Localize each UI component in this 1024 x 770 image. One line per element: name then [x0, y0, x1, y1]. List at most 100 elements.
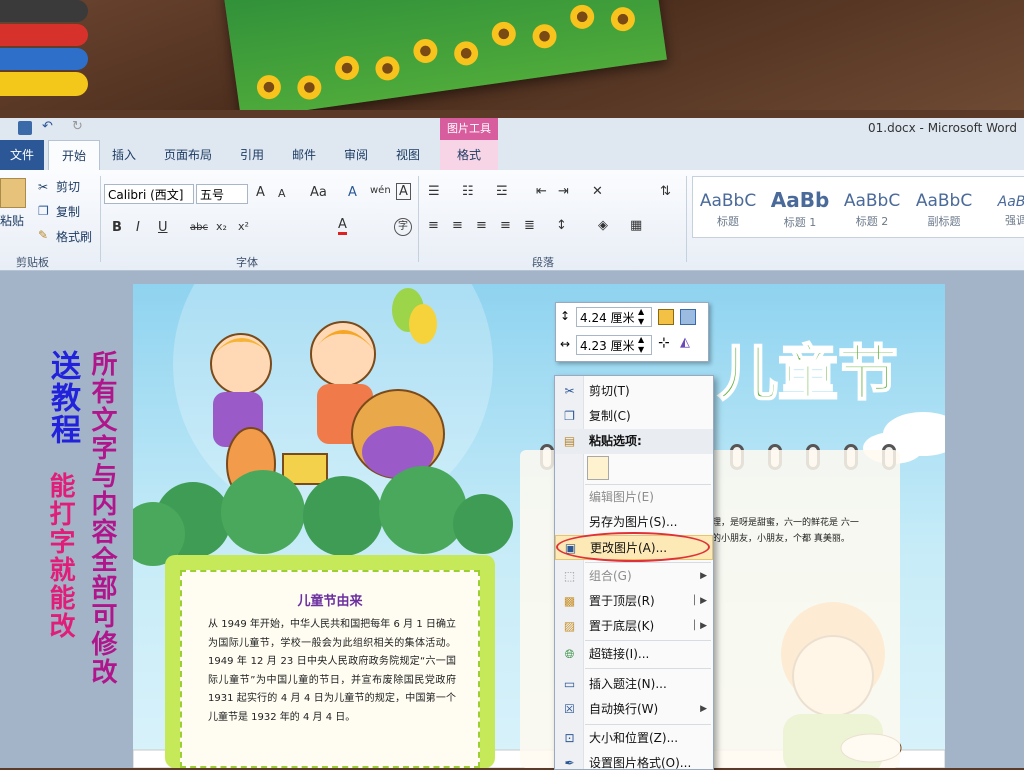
- bring-forward-icon[interactable]: [658, 309, 674, 325]
- copy-icon: ❐: [564, 409, 575, 423]
- redo-icon[interactable]: ↻: [72, 119, 83, 134]
- paste-keep-source-icon[interactable]: [587, 456, 609, 480]
- shrink-font-button[interactable]: A: [278, 187, 286, 200]
- window-title: 01.docx - Microsoft Word: [868, 121, 1017, 135]
- menu-item-size-position[interactable]: ⊡ 大小和位置(Z)...: [555, 726, 713, 751]
- crayon-markers: [0, 0, 90, 110]
- width-icon: ↔: [560, 337, 571, 351]
- group-icon: ⬚: [563, 569, 576, 583]
- tab-insert[interactable]: 插入: [112, 146, 136, 163]
- send-backward-icon[interactable]: [680, 309, 696, 325]
- decrease-indent-icon[interactable]: ⇤: [536, 184, 547, 199]
- submenu-arrow-icon: ▶: [700, 704, 707, 714]
- style-emphasis[interactable]: AaBb 强调: [981, 185, 1024, 237]
- menu-item-text-wrap[interactable]: ☒ 自动换行(W) ▶: [555, 697, 713, 722]
- wrap-icon: ☒: [564, 702, 575, 716]
- paste-button[interactable]: 粘贴: [0, 176, 28, 246]
- promo-side-text: 送教程 能打字就能改 所有文字与内容全部可修改: [36, 350, 126, 710]
- phonetic-guide-button[interactable]: wén: [370, 185, 391, 196]
- scissors-icon: ✂: [38, 180, 49, 194]
- bullets-icon[interactable]: ☰: [428, 184, 440, 199]
- style-heading2[interactable]: AaBbC 标题 2: [837, 185, 907, 237]
- promo-all-editable: 所有文字与内容全部可修改: [87, 350, 117, 686]
- paste-icon: ▤: [563, 434, 576, 448]
- tab-file[interactable]: 文件: [0, 140, 44, 170]
- numbering-icon[interactable]: ☷: [462, 184, 474, 199]
- menu-item-group: ⬚ 组合(G) ▶: [555, 564, 713, 589]
- context-menu: ✂ 剪切(T) ❐ 复制(C) ▤ 粘贴选项: 编辑图片(E) 另存为图片(S)…: [554, 375, 714, 770]
- save-icon[interactable]: [18, 121, 32, 135]
- align-center-icon[interactable]: ≡: [452, 218, 463, 233]
- change-case-button[interactable]: Aa: [310, 185, 327, 200]
- bold-button[interactable]: B: [112, 220, 122, 235]
- borders-icon[interactable]: ▦: [630, 218, 642, 233]
- align-left-icon[interactable]: ≡: [428, 218, 439, 233]
- menu-item-paste-options: ▤ 粘贴选项:: [555, 429, 713, 454]
- size-icon: ⊡: [564, 731, 575, 745]
- format-painter-button[interactable]: 格式刷: [56, 228, 92, 245]
- tab-view[interactable]: 视图: [396, 146, 420, 163]
- font-name-combo[interactable]: Calibri (西文]: [104, 184, 194, 204]
- multilevel-list-icon[interactable]: ☲: [496, 184, 508, 199]
- increase-indent-icon[interactable]: ⇥: [558, 184, 569, 199]
- style-heading1[interactable]: AaBb 标题 1: [765, 185, 835, 237]
- title-bar: ↶ ↻ 01.docx - Microsoft Word: [0, 118, 1024, 140]
- menu-item-send-to-back[interactable]: ▨ 置于底层(K) │ ▶: [555, 614, 713, 639]
- crop-icon[interactable]: ⊹: [658, 335, 670, 351]
- tab-page-layout[interactable]: 页面布局: [164, 146, 212, 163]
- cut-button[interactable]: 剪切: [56, 178, 80, 195]
- format-painter-icon: ✎: [38, 228, 49, 242]
- balloon-yellow: [409, 304, 437, 344]
- tab-format[interactable]: 格式: [440, 140, 498, 170]
- menu-item-hyperlink[interactable]: 🌐︎ 超链接(I)...: [555, 642, 713, 667]
- clear-format-button[interactable]: A: [348, 185, 357, 200]
- superscript-button[interactable]: x²: [238, 220, 249, 233]
- menu-item-insert-caption[interactable]: ▭ 插入题注(N)...: [555, 672, 713, 697]
- clipboard-group-label: 剪贴板: [16, 256, 49, 269]
- style-title[interactable]: AaBbC 标题: [693, 185, 763, 237]
- effects-icon[interactable]: ◭: [680, 335, 690, 350]
- style-subtitle[interactable]: AaBbC 副标题: [909, 185, 979, 237]
- tab-home[interactable]: 开始: [48, 140, 100, 172]
- char-border-button[interactable]: A: [396, 183, 411, 200]
- italic-button[interactable]: I: [136, 220, 140, 235]
- font-color-button[interactable]: A: [338, 218, 347, 235]
- shading-icon[interactable]: ◈: [598, 218, 608, 233]
- font-size-combo[interactable]: 五号: [196, 184, 248, 204]
- distributed-icon[interactable]: ≣: [524, 218, 535, 233]
- menu-item-bring-to-front[interactable]: ▩ 置于顶层(R) │ ▶: [555, 589, 713, 614]
- tab-mailings[interactable]: 邮件: [292, 146, 316, 163]
- undo-icon[interactable]: ↶: [42, 119, 53, 134]
- girl-1-head: [210, 333, 272, 395]
- highlight-ellipse: [556, 532, 710, 562]
- menu-item-copy[interactable]: ❐ 复制(C): [555, 404, 713, 429]
- bring-front-icon: ▩: [563, 594, 576, 608]
- poster-photo: [223, 0, 667, 110]
- textbox-title[interactable]: 儿童节由来: [182, 590, 478, 609]
- tab-references[interactable]: 引用: [240, 146, 264, 163]
- enclose-char-button[interactable]: 字: [394, 218, 412, 236]
- sort-icon[interactable]: ⇅: [660, 184, 671, 199]
- chinese-layout-icon[interactable]: ✕: [592, 184, 603, 199]
- height-icon: ↕: [560, 309, 571, 323]
- tab-review[interactable]: 审阅: [344, 146, 368, 163]
- spinner-icon[interactable]: ▲ ▼: [638, 335, 644, 355]
- strike-button[interactable]: abc: [190, 222, 208, 233]
- menu-item-format-picture[interactable]: ✒ 设置图片格式(O)...: [555, 751, 713, 769]
- align-right-icon[interactable]: ≡: [476, 218, 487, 233]
- copy-button[interactable]: 复制: [56, 203, 80, 220]
- line-spacing-icon[interactable]: ↕: [556, 218, 567, 233]
- subscript-button[interactable]: x₂: [216, 220, 227, 233]
- spinner-icon[interactable]: ▲ ▼: [638, 307, 644, 327]
- send-back-icon: ▨: [563, 619, 576, 633]
- menu-item-cut[interactable]: ✂ 剪切(T): [555, 379, 713, 404]
- textbox-body[interactable]: 从 1949 年开始，中华人民共和国把每年 6 月 1 日确立为国际儿童节，学校…: [208, 616, 456, 727]
- card-text[interactable]: 理，是呀是甜蜜，六一的鲜花是 六一的小朋友，小朋友，个都 真美丽。: [712, 515, 862, 547]
- justify-icon[interactable]: ≡: [500, 218, 511, 233]
- underline-button[interactable]: U: [158, 220, 168, 235]
- ribbon: 粘贴 ✂ 剪切 ❐ 复制 ✎ 格式刷 剪贴板 Calibri (西文] 五号 A…: [0, 170, 1024, 271]
- paste-icon: [0, 178, 26, 208]
- origin-textbox[interactable]: 儿童节由来 从 1949 年开始，中华人民共和国把每年 6 月 1 日确立为国际…: [180, 570, 480, 768]
- background-photo: [0, 0, 1024, 110]
- grow-font-button[interactable]: A: [256, 185, 265, 200]
